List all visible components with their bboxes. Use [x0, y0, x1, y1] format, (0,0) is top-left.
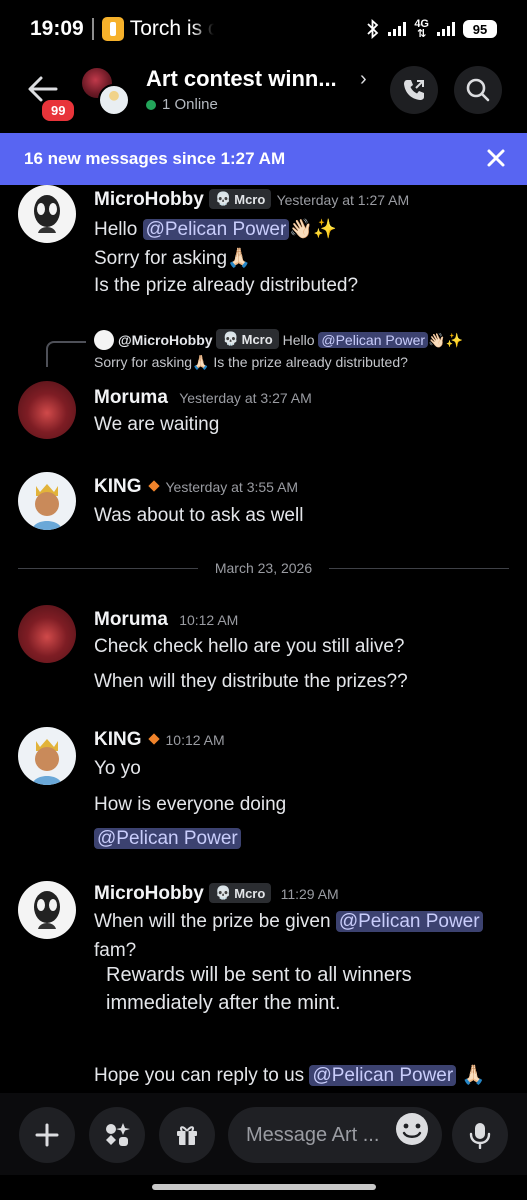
diamond-icon: [147, 733, 160, 745]
online-dot-icon: [146, 99, 156, 110]
avatar-moruma[interactable]: [18, 605, 76, 663]
timestamp: 10:12 AM: [179, 612, 239, 628]
server-tag: 💀 Mcro: [216, 329, 279, 349]
channel-header: 99 Art contest winn... › 1 Online: [0, 58, 527, 132]
channel-title[interactable]: Art contest winn...: [146, 66, 337, 92]
home-indicator[interactable]: [152, 1184, 376, 1190]
message-line: Was about to ask as well: [94, 505, 304, 526]
message-line: How is everyone doing: [94, 794, 287, 815]
new-messages-banner[interactable]: 16 new messages since 1:27 AM: [0, 133, 527, 185]
mention[interactable]: @Pelican Power: [142, 219, 290, 240]
new-messages-text: 16 new messages since 1:27 AM: [24, 149, 286, 168]
mention[interactable]: @Pelican Power: [94, 828, 241, 849]
reply-avatar: [94, 330, 114, 350]
embed-text: Rewards will be sent to all winners imme…: [106, 964, 412, 1014]
add-attachment-button[interactable]: [19, 1107, 75, 1163]
avatar-moruma[interactable]: [18, 381, 76, 439]
torch-notification-text: Torch is o: [129, 17, 214, 40]
network-type: 4G ⇅: [414, 18, 429, 40]
message-line: Hope you can reply to us @Pelican Power …: [94, 1065, 486, 1086]
author-name[interactable]: KING 10:12 AM: [94, 729, 225, 751]
timestamp: Yesterday at 3:55 AM: [165, 479, 299, 495]
message-list[interactable]: MicroHobby 💀 Mcro Yesterday at 1:27 AM H…: [0, 185, 527, 1093]
gift-icon: [177, 1126, 197, 1145]
reply-preview[interactable]: @MicroHobby 💀 Mcro Hello @Pelican Power 👋…: [94, 329, 463, 371]
status-divider: [91, 18, 94, 40]
status-bar: 19:09 Torch is o 4G ⇅ 95: [0, 0, 527, 58]
avatar-microhobby[interactable]: [18, 881, 76, 939]
torch-icon: [101, 17, 124, 41]
battery-icon: 95: [463, 20, 497, 38]
server-tag: 💀 Mcro: [209, 883, 272, 903]
online-count: 1 Online: [162, 96, 218, 113]
reply-connector: [46, 341, 86, 367]
diamond-icon: [147, 480, 160, 492]
quoted-announcement: Rewards will be sent to all winners imme…: [94, 961, 494, 1017]
apps-icon: [106, 1123, 130, 1146]
apps-button[interactable]: [89, 1107, 145, 1163]
unread-badge: 99: [40, 98, 77, 123]
timestamp: Yesterday at 1:27 AM: [276, 192, 410, 208]
composer-bar: Message Art ...: [0, 1093, 527, 1175]
avatar-microhobby[interactable]: [18, 185, 76, 243]
author-name[interactable]: Moruma 10:12 AM: [94, 609, 238, 631]
avatar-king[interactable]: [18, 472, 76, 530]
emoji-icon[interactable]: [392, 1109, 432, 1149]
mention[interactable]: @Pelican Power: [335, 911, 483, 932]
search-icon: [466, 78, 490, 102]
message-line: Hello @Pelican Power 👋🏻✨: [94, 219, 337, 240]
status-icons: 4G ⇅ 95: [366, 18, 497, 40]
clock: 19:09: [30, 17, 84, 40]
message-line: Sorry for asking🙏🏻: [94, 248, 251, 269]
gift-button[interactable]: [159, 1107, 215, 1163]
message-line: Is the prize already distributed?: [94, 275, 359, 296]
message-line: fam?: [94, 940, 137, 961]
message-line: When will they distribute the prizes??: [94, 671, 408, 692]
author-name[interactable]: MicroHobby 💀 Mcro Yesterday at 1:27 AM: [94, 189, 409, 211]
plus-icon: [35, 1123, 59, 1147]
date-divider: March 23, 2026: [18, 559, 509, 579]
timestamp: 11:29 AM: [280, 886, 339, 902]
voice-message-button[interactable]: [452, 1107, 508, 1163]
author-name[interactable]: KING Yesterday at 3:55 AM: [94, 476, 298, 498]
chevron-right-icon[interactable]: ›: [360, 68, 367, 91]
signal-icon: [388, 22, 407, 36]
message-line: Yo yo: [94, 758, 141, 779]
signal-icon-2: [437, 22, 455, 36]
call-button[interactable]: [390, 66, 438, 114]
torch-notification: Torch is o: [101, 17, 214, 41]
online-status: 1 Online: [146, 96, 218, 113]
message-line: @Pelican Power: [94, 828, 241, 850]
message-line: Check check hello are you still alive?: [94, 636, 405, 657]
mention[interactable]: @Pelican Power: [309, 1065, 457, 1086]
timestamp: Yesterday at 3:27 AM: [179, 390, 312, 406]
message-line: We are waiting: [94, 414, 220, 435]
close-icon[interactable]: [485, 147, 507, 169]
search-button[interactable]: [454, 66, 502, 114]
avatar-king[interactable]: [18, 727, 76, 785]
timestamp: 10:12 AM: [165, 732, 225, 748]
phone-icon: [404, 80, 424, 100]
group-avatar-2: [98, 84, 130, 116]
author-name[interactable]: Moruma Yesterday at 3:27 AM: [94, 387, 312, 409]
server-tag: 💀 Mcro: [209, 189, 272, 209]
microphone-icon: [469, 1123, 491, 1149]
message-line: When will the prize be given @Pelican Po…: [94, 911, 483, 933]
author-name[interactable]: MicroHobby 💀 Mcro 11:29 AM: [94, 883, 339, 905]
bluetooth-icon: [367, 19, 379, 39]
